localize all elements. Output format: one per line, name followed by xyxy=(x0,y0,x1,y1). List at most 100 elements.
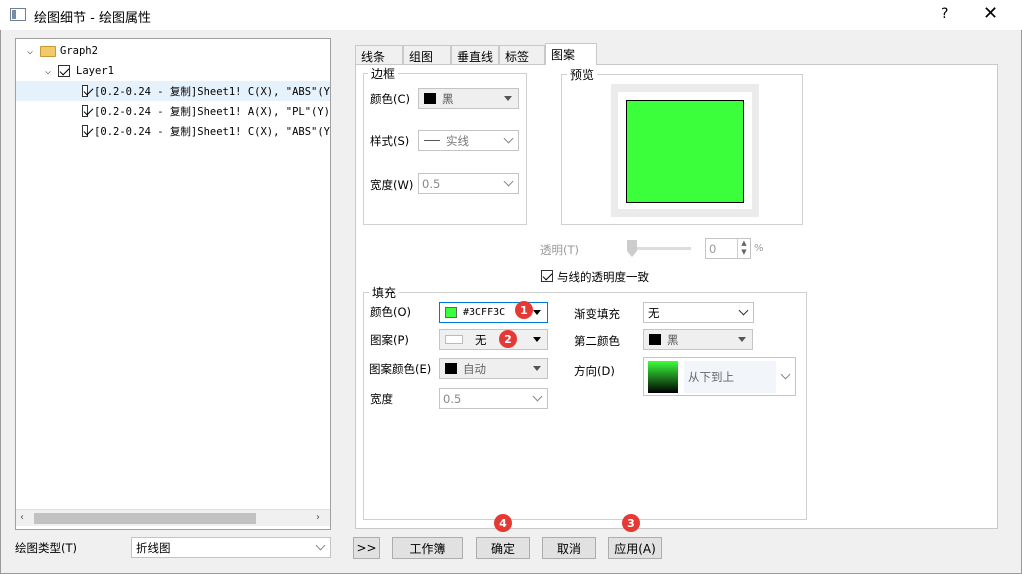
pattern-swatch xyxy=(445,335,463,344)
title-bar: 绘图细节 - 绘图属性 ? ✕ xyxy=(0,0,1022,30)
transparency-value: 0 xyxy=(709,241,717,256)
ok-button[interactable]: 确定 xyxy=(476,537,530,559)
transparency-spinner[interactable]: 0 ▲ ▼ xyxy=(705,238,751,259)
preview-fill-swatch xyxy=(626,100,744,203)
plot-checkbox[interactable] xyxy=(82,85,89,97)
step-badge-1: 1 xyxy=(515,301,533,319)
direction-label: 方向(D) xyxy=(574,364,615,378)
second-color-select[interactable]: 黑 xyxy=(643,329,753,350)
color-swatch xyxy=(424,93,436,104)
transparency-label: 透明(T) xyxy=(540,243,579,257)
gradient-fill-value: 无 xyxy=(648,305,660,320)
tree-item[interactable]: [0.2-0.24 - 复制]Sheet1! C(X), "ABS"(Y xyxy=(16,81,330,101)
tree-item[interactable]: [0.2-0.24 - 复制]Sheet1! C(X), "ABS"(Y xyxy=(16,121,330,141)
border-style-value: 实线 xyxy=(446,133,469,148)
tree-root[interactable]: ⌵ Graph2 xyxy=(16,41,330,61)
scroll-right-icon[interactable]: › xyxy=(316,512,320,523)
border-width-select[interactable]: 0.5 xyxy=(418,173,519,194)
line-style-icon xyxy=(424,140,440,141)
chevron-down-icon xyxy=(503,176,514,187)
close-icon[interactable]: ✕ xyxy=(983,3,998,24)
gradient-fill-select[interactable]: 无 xyxy=(643,302,754,323)
direction-value: 从下到上 xyxy=(684,360,776,393)
apply-button[interactable]: 应用(A) xyxy=(608,537,662,559)
preview-title: 预览 xyxy=(567,66,598,83)
fill-group xyxy=(363,292,807,520)
step-badge-2: 2 xyxy=(499,330,517,348)
fill-pattern-label: 图案(P) xyxy=(370,333,409,347)
transparency-unit: % xyxy=(754,243,764,254)
window-title: 绘图细节 - 绘图属性 xyxy=(34,11,151,26)
gradient-preview-icon xyxy=(648,360,678,393)
fill-group-title: 填充 xyxy=(369,284,400,301)
tree-item-label: [0.2-0.24 - 复制]Sheet1! C(X), "ABS"(Y xyxy=(94,85,330,98)
gradient-fill-label: 渐变填充 xyxy=(574,307,620,321)
plot-type-select[interactable]: 折线图 xyxy=(131,537,331,558)
window-icon xyxy=(10,8,26,21)
plot-checkbox[interactable] xyxy=(82,105,89,117)
border-width-value: 0.5 xyxy=(422,176,441,191)
pattern-color-label: 图案颜色(E) xyxy=(369,362,432,376)
expand-button[interactable]: >> xyxy=(353,537,380,559)
direction-select[interactable]: 从下到上 xyxy=(643,357,796,396)
chevron-down-icon xyxy=(315,540,326,551)
tab-line[interactable]: 线条 xyxy=(355,45,403,65)
pattern-width-label: 宽度 xyxy=(370,392,393,406)
tab-label[interactable]: 标签 xyxy=(499,45,545,65)
chevron-down-icon[interactable]: ⌵ xyxy=(24,46,36,57)
tree-horizontal-scrollbar[interactable]: ‹ › xyxy=(16,509,330,526)
border-color-label: 颜色(C) xyxy=(370,92,411,106)
fill-color-value: #3CFF3C xyxy=(463,307,506,318)
tree-item-label: [0.2-0.24 - 复制]Sheet1! C(X), "ABS"(Y xyxy=(94,125,330,138)
pattern-color-select[interactable]: 自动 xyxy=(439,358,548,379)
second-color-value: 黑 xyxy=(667,332,679,347)
border-width-label: 宽度(W) xyxy=(370,178,414,192)
layer-checkbox[interactable] xyxy=(58,65,70,77)
color-swatch xyxy=(649,334,661,345)
step-badge-3: 3 xyxy=(622,514,640,532)
help-button[interactable]: ? xyxy=(941,6,948,22)
tree-item[interactable]: [0.2-0.24 - 复制]Sheet1! A(X), "PL"(Y) xyxy=(16,101,330,121)
workbook-button[interactable]: 工作簿 xyxy=(392,537,463,559)
border-style-select[interactable]: 实线 xyxy=(418,130,519,151)
second-color-label: 第二颜色 xyxy=(574,334,620,348)
tab-group[interactable]: 组图 xyxy=(403,45,451,65)
fill-pattern-select[interactable]: 无 xyxy=(439,329,548,350)
step-badge-4: 4 xyxy=(494,514,512,532)
preview-inner xyxy=(618,92,752,209)
tab-pattern[interactable]: 图案 xyxy=(545,43,597,65)
border-color-select[interactable]: 黑 xyxy=(418,88,519,109)
scroll-left-icon[interactable]: ‹ xyxy=(20,512,24,523)
chevron-down-icon[interactable]: ⌵ xyxy=(42,66,54,77)
chevron-down-icon xyxy=(503,133,514,144)
cancel-button[interactable]: 取消 xyxy=(542,537,596,559)
border-style-label: 样式(S) xyxy=(370,134,410,148)
plot-checkbox[interactable] xyxy=(82,125,89,137)
chevron-down-icon xyxy=(738,305,749,316)
color-swatch xyxy=(445,307,457,318)
tree-layer[interactable]: ⌵ Layer1 xyxy=(16,61,330,81)
dropdown-arrow-icon xyxy=(533,366,541,371)
match-line-label: 与线的透明度一致 xyxy=(557,270,649,284)
folder-icon xyxy=(40,45,56,57)
tree-layer-label: Layer1 xyxy=(76,65,114,77)
tree-item-label: [0.2-0.24 - 复制]Sheet1! A(X), "PL"(Y) xyxy=(94,105,330,118)
chevron-down-icon xyxy=(532,391,543,402)
dropdown-arrow-icon xyxy=(504,96,512,101)
pattern-width-value: 0.5 xyxy=(443,391,462,406)
plot-type-label: 绘图类型(T) xyxy=(15,541,77,555)
tab-drop-lines[interactable]: 垂直线 xyxy=(451,45,499,65)
pattern-color-value: 自动 xyxy=(463,361,486,376)
dropdown-arrow-icon xyxy=(533,337,541,342)
chevron-down-icon xyxy=(780,369,791,380)
match-line-checkbox[interactable] xyxy=(541,270,553,282)
plot-tree: ⌵ Graph2 ⌵ Layer1 [0.2-0.24 - 复制]Sheet1!… xyxy=(15,38,331,530)
fill-color-label: 颜色(O) xyxy=(370,305,412,319)
spinner-arrows-icon[interactable]: ▲ ▼ xyxy=(737,239,750,258)
dropdown-arrow-icon xyxy=(738,337,746,342)
pattern-width-select[interactable]: 0.5 xyxy=(439,388,548,409)
scrollbar-thumb[interactable] xyxy=(34,513,256,524)
fill-pattern-value: 无 xyxy=(475,332,487,347)
plot-type-value: 折线图 xyxy=(136,540,171,555)
border-color-value: 黑 xyxy=(442,91,454,106)
